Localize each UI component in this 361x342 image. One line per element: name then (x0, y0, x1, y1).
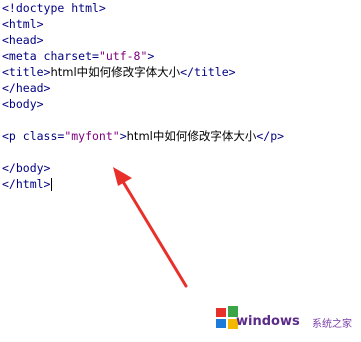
watermark-subtext: 系统之家 (312, 319, 352, 330)
annotation-arrow-icon (113, 167, 188, 288)
watermark: windows 系统之家 (206, 296, 361, 342)
watermark-text: windows (236, 314, 300, 329)
